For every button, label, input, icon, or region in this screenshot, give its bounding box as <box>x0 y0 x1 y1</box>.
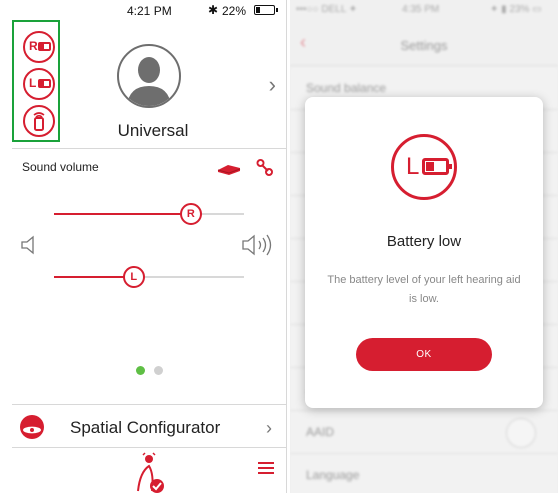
left-aid-battery-icon[interactable]: L <box>23 68 55 100</box>
settings-row: Language <box>290 454 558 493</box>
pager-dot-active[interactable] <box>136 366 145 375</box>
right-volume-slider[interactable] <box>54 213 244 215</box>
right-aid-letter: R <box>29 39 38 53</box>
chevron-right-icon[interactable]: › <box>269 72 276 98</box>
bluetooth-icon: ✱ <box>208 3 219 17</box>
left-aid-battery-glyph <box>38 79 51 88</box>
divider <box>12 447 286 448</box>
settings-screen: •••○○ DELL ✦ 4:35 PM ✦ ▮ 23% ▭ ‹ Setting… <box>290 0 558 493</box>
hamburger-menu-icon[interactable] <box>258 462 274 474</box>
status-battery-percent: 22% <box>222 4 247 18</box>
left-volume-knob[interactable]: L <box>122 266 145 288</box>
left-volume-fill <box>54 276 134 278</box>
dialog-icon-letter: L <box>406 153 420 180</box>
mute-speaker-icon <box>21 235 34 255</box>
spatial-icon <box>20 415 44 439</box>
ok-button[interactable]: OK <box>356 338 492 371</box>
chevron-right-icon[interactable]: › <box>266 418 272 439</box>
bg-battery: ✦ ▮ 23% ▭ <box>490 4 542 15</box>
profile-name[interactable]: Universal <box>0 121 286 141</box>
phone-battery-icon <box>254 5 278 15</box>
right-aid-battery-glyph <box>38 42 51 51</box>
loud-speaker-icon <box>242 234 272 256</box>
right-aid-battery-icon[interactable]: R <box>23 31 55 63</box>
dialog-message: The battery level of your left hearing a… <box>327 274 521 305</box>
sound-volume-label: Sound volume <box>22 160 99 174</box>
battery-low-dialog: L Battery low The battery level of your … <box>305 97 543 408</box>
bg-time: 4:35 PM <box>402 4 440 15</box>
right-volume-fill <box>54 213 191 215</box>
left-aid-letter: L <box>29 76 37 90</box>
person-silhouette-icon <box>127 57 171 106</box>
bg-carrier: •••○○ DELL ✦ <box>296 4 358 15</box>
battery-glyph <box>422 158 452 175</box>
right-volume-knob[interactable]: R <box>179 203 202 225</box>
profile-avatar[interactable] <box>117 44 181 108</box>
left-volume-slider[interactable] <box>54 276 244 278</box>
hearing-aid-home-icon[interactable] <box>132 452 168 493</box>
settings-title: Settings <box>400 38 448 53</box>
divider <box>12 404 286 405</box>
device-icon[interactable] <box>216 161 242 177</box>
phone-battery-level <box>256 7 261 13</box>
pager-dot[interactable] <box>154 366 163 375</box>
link-icon[interactable] <box>256 158 274 178</box>
status-time: 4:21 PM <box>127 4 172 18</box>
divider <box>12 148 286 149</box>
dialog-title: Battery low <box>386 233 462 250</box>
toggle-switch <box>506 418 536 448</box>
spatial-configurator-label[interactable]: Spatial Configurator <box>70 418 220 438</box>
main-screen: 4:21 PM ✱ 22% R L › Universal Sound volu… <box>0 0 287 493</box>
left-aid-battery-low-icon: L <box>391 134 457 200</box>
